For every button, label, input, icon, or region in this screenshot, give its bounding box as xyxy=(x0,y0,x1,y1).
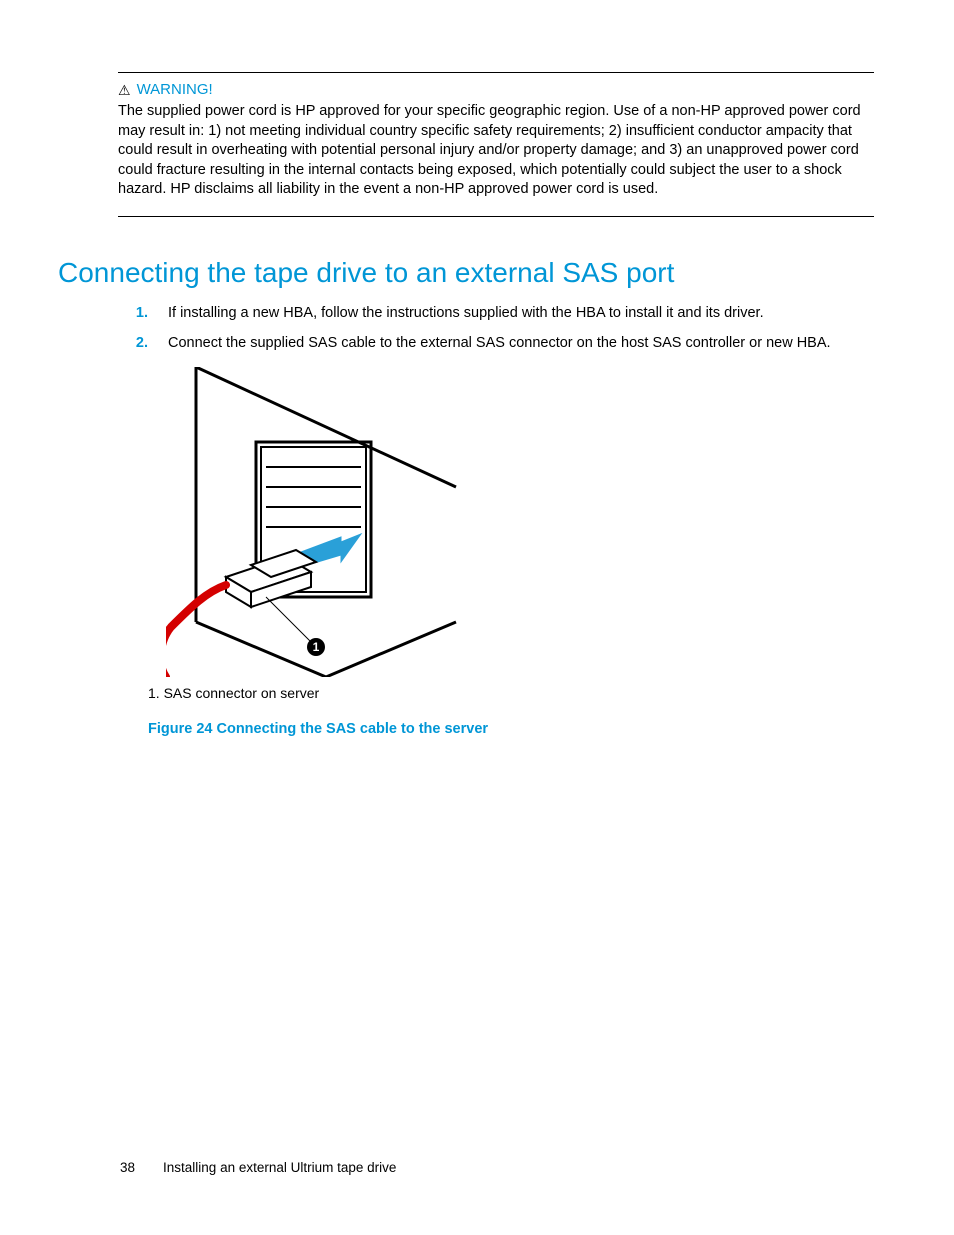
step-number: 2. xyxy=(132,333,148,353)
step-text: Connect the supplied SAS cable to the ex… xyxy=(168,333,831,353)
step-number: 1. xyxy=(132,303,148,323)
page-number: 38 xyxy=(120,1160,135,1175)
list-item: 2. Connect the supplied SAS cable to the… xyxy=(132,333,874,353)
chapter-title: Installing an external Ultrium tape driv… xyxy=(163,1160,396,1175)
section-heading: Connecting the tape drive to an external… xyxy=(58,257,874,289)
list-item: 1. If installing a new HBA, follow the i… xyxy=(132,303,874,323)
warning-box: ⚠ WARNING! The supplied power cord is HP… xyxy=(118,72,874,217)
svg-text:1: 1 xyxy=(313,640,320,654)
warning-body: The supplied power cord is HP approved f… xyxy=(118,102,874,200)
steps-list: 1. If installing a new HBA, follow the i… xyxy=(132,303,874,354)
warning-title: WARNING! xyxy=(137,81,213,98)
figure: 1 1. SAS connector on server Figure 24 C… xyxy=(166,367,874,737)
step-text: If installing a new HBA, follow the inst… xyxy=(168,303,764,323)
figure-legend: 1. SAS connector on server xyxy=(148,685,874,701)
sas-connector-diagram-icon: 1 xyxy=(166,367,466,677)
warning-triangle-icon: ⚠ xyxy=(118,83,131,97)
figure-caption: Figure 24 Connecting the SAS cable to th… xyxy=(148,721,874,737)
page-footer: 38 Installing an external Ultrium tape d… xyxy=(120,1160,396,1175)
